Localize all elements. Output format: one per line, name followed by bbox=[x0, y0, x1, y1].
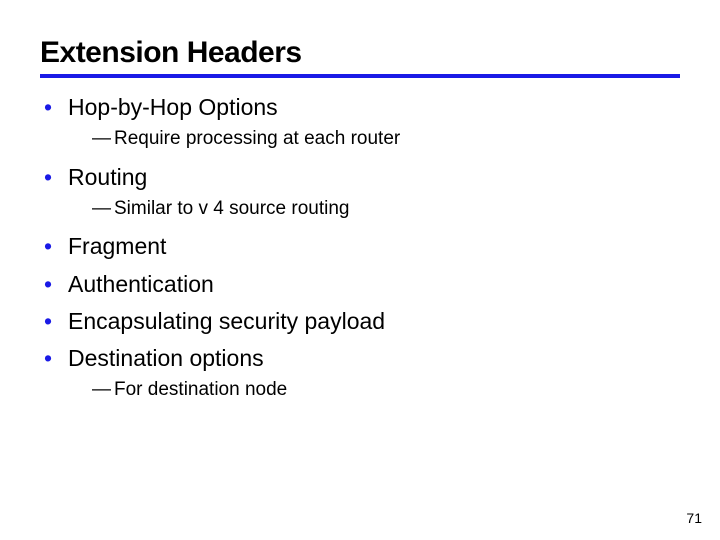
list-item: Hop-by-Hop Options —Require processing a… bbox=[40, 92, 680, 152]
sub-label: Similar to v 4 source routing bbox=[114, 198, 350, 219]
sub-item: —Similar to v 4 source routing bbox=[92, 197, 680, 222]
dash-icon: — bbox=[92, 127, 114, 152]
sub-item: —For destination node bbox=[92, 378, 680, 403]
list-item: Routing —Similar to v 4 source routing bbox=[40, 162, 680, 222]
item-label: Destination options bbox=[68, 345, 264, 371]
item-label: Authentication bbox=[68, 271, 214, 297]
sub-item: —Require processing at each router bbox=[92, 127, 680, 152]
sub-label: For destination node bbox=[114, 379, 287, 400]
item-label: Hop-by-Hop Options bbox=[68, 94, 278, 120]
list-item: Destination options —For destination nod… bbox=[40, 343, 680, 403]
slide: Extension Headers Hop-by-Hop Options —Re… bbox=[0, 0, 720, 402]
sub-label: Require processing at each router bbox=[114, 128, 400, 149]
list-item: Authentication bbox=[40, 269, 680, 300]
list-item: Fragment bbox=[40, 231, 680, 262]
item-label: Encapsulating security payload bbox=[68, 308, 385, 334]
page-number: 71 bbox=[686, 510, 702, 526]
item-label: Fragment bbox=[68, 233, 166, 259]
title-underline bbox=[40, 74, 680, 78]
bullet-list: Hop-by-Hop Options —Require processing a… bbox=[40, 92, 680, 402]
slide-title: Extension Headers bbox=[40, 36, 680, 70]
dash-icon: — bbox=[92, 197, 114, 222]
dash-icon: — bbox=[92, 378, 114, 403]
list-item: Encapsulating security payload bbox=[40, 306, 680, 337]
item-label: Routing bbox=[68, 164, 147, 190]
